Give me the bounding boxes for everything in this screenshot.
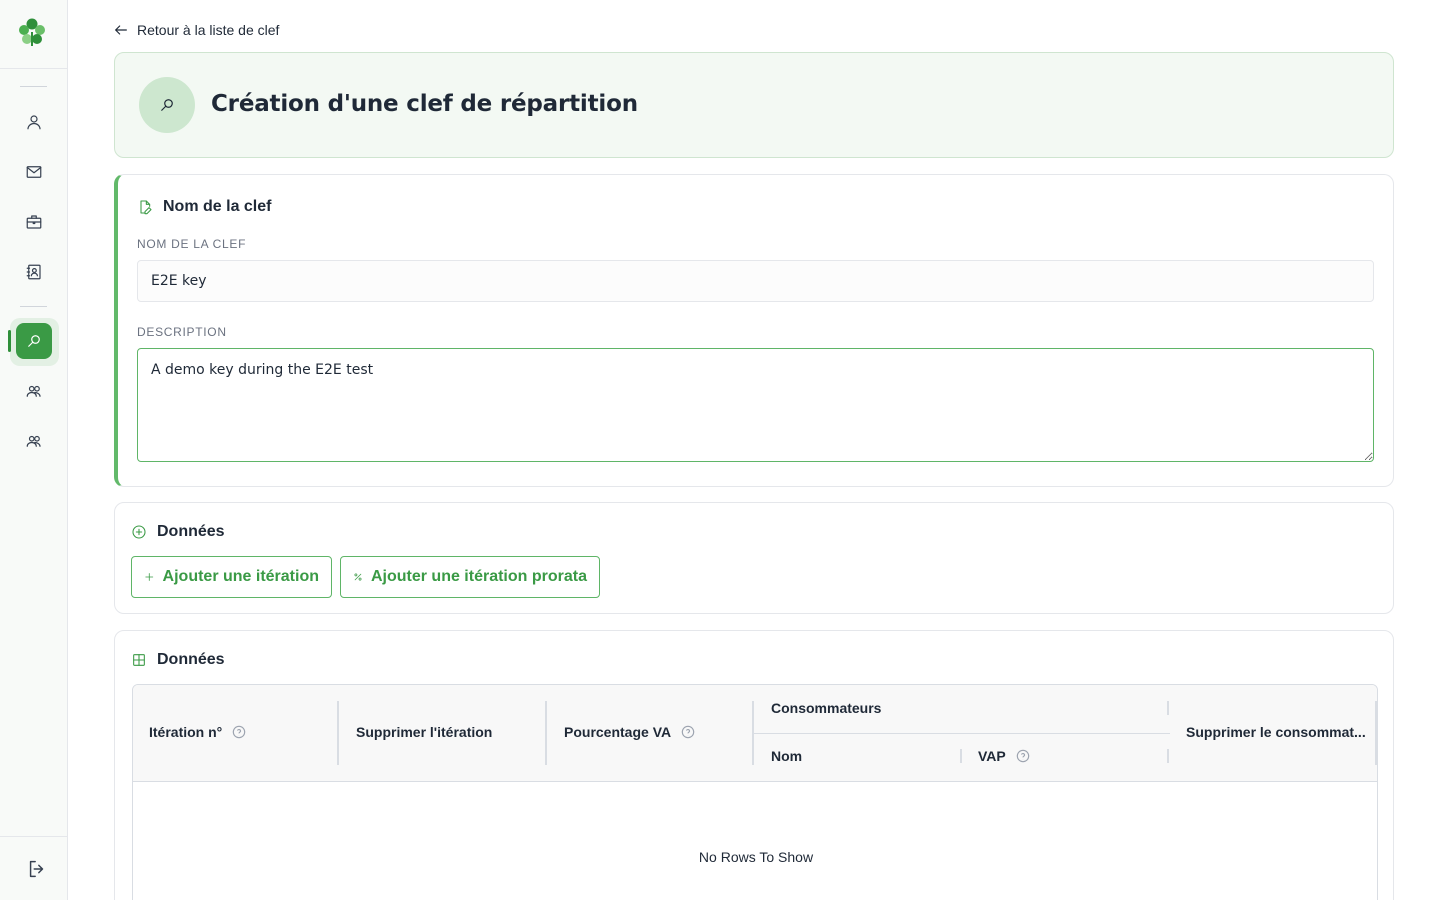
column-header-label: Supprimer l'itération bbox=[356, 724, 493, 740]
page-header: Création d'une clef de répartition bbox=[114, 52, 1394, 158]
active-item-indicator bbox=[8, 330, 11, 352]
column-header-label: Supprimer le consommat... bbox=[1186, 724, 1366, 740]
key-name-section: Nom de la clef NOM DE LA CLEF DESCRIPTIO… bbox=[114, 174, 1394, 487]
logout-button[interactable] bbox=[24, 856, 50, 882]
data-table-section-title: Données bbox=[131, 651, 225, 669]
column-separator[interactable] bbox=[337, 701, 339, 765]
grid-header: Itération n° Supprimer l'itération Pourc… bbox=[133, 685, 1377, 782]
page-title: Création d'une clef de répartition bbox=[211, 91, 638, 117]
key-name-input[interactable] bbox=[137, 260, 1374, 302]
empty-grid-message: No Rows To Show bbox=[698, 849, 814, 865]
column-header-label: VAP bbox=[978, 748, 1006, 764]
sidebar bbox=[0, 0, 68, 900]
nav-divider bbox=[20, 306, 47, 307]
edit-file-icon bbox=[140, 200, 152, 215]
nav-divider bbox=[20, 86, 47, 87]
help-circle-icon[interactable] bbox=[1016, 749, 1030, 763]
column-header-consumer-name[interactable]: Nom bbox=[771, 748, 802, 764]
column-group-header-consumers[interactable]: Consommateurs bbox=[771, 700, 881, 716]
data-actions-section-title: Données bbox=[131, 523, 225, 541]
column-header-label: Pourcentage VA bbox=[564, 724, 672, 740]
sidebar-item-keys[interactable] bbox=[16, 323, 52, 359]
sidebar-divider bbox=[0, 836, 67, 837]
help-circle-icon[interactable] bbox=[681, 725, 695, 739]
group-header-divider bbox=[754, 733, 1170, 734]
column-header-iteration[interactable]: Itération n° bbox=[149, 724, 246, 740]
sidebar-item-contacts[interactable] bbox=[16, 254, 52, 290]
briefcase-icon bbox=[26, 215, 42, 229]
key-name-label: NOM DE LA CLEF bbox=[137, 237, 247, 251]
plus-circle-icon bbox=[132, 525, 146, 539]
add-iteration-button[interactable]: Ajouter une itération bbox=[131, 556, 332, 598]
sidebar-item-mail[interactable] bbox=[16, 154, 52, 190]
sidebar-item-group-2[interactable] bbox=[16, 423, 52, 459]
column-separator[interactable] bbox=[545, 701, 547, 765]
back-link-label: Retour à la liste de clef bbox=[137, 22, 280, 38]
iterations-grid: Itération n° Supprimer l'itération Pourc… bbox=[132, 684, 1378, 900]
data-actions-section: Données Ajouter une itération Ajouter un… bbox=[114, 502, 1394, 614]
add-prorata-iteration-button[interactable]: Ajouter une itération prorata bbox=[340, 556, 600, 598]
sidebar-divider bbox=[0, 68, 67, 69]
column-group-label: Consommateurs bbox=[771, 700, 882, 716]
add-iteration-label: Ajouter une itération bbox=[162, 568, 319, 585]
arrow-left-icon bbox=[115, 25, 127, 35]
column-separator[interactable] bbox=[1375, 701, 1377, 765]
column-header-va-percentage[interactable]: Pourcentage VA bbox=[564, 724, 695, 740]
column-header-delete-iteration[interactable]: Supprimer l'itération bbox=[356, 724, 492, 740]
description-textarea[interactable]: A demo key during the E2E test bbox=[137, 348, 1374, 462]
users-group-icon bbox=[26, 385, 41, 397]
section-title-text: Nom de la clef bbox=[163, 198, 272, 215]
key-search-icon bbox=[161, 99, 173, 111]
sidebar-item-briefcase[interactable] bbox=[16, 204, 52, 240]
plus-icon bbox=[145, 573, 154, 581]
description-label: DESCRIPTION bbox=[137, 325, 227, 339]
key-name-section-title: Nom de la clef bbox=[137, 198, 271, 216]
user-icon bbox=[27, 115, 41, 130]
section-title-text: Données bbox=[157, 523, 225, 540]
logout-icon bbox=[29, 860, 44, 878]
data-table-section: Données Itération n° Supprimer l'itérati… bbox=[114, 630, 1394, 900]
sidebar-item-group-1[interactable] bbox=[16, 373, 52, 409]
users-group-icon bbox=[26, 435, 41, 447]
column-separator[interactable] bbox=[1167, 749, 1169, 763]
sidebar-item-users[interactable] bbox=[16, 104, 52, 140]
column-separator[interactable] bbox=[1167, 701, 1169, 715]
column-header-delete-consumer[interactable]: Supprimer le consommat... bbox=[1186, 724, 1366, 740]
back-to-key-list-link[interactable]: Retour à la liste de clef bbox=[113, 20, 279, 40]
contact-book-icon bbox=[26, 264, 41, 280]
table-icon bbox=[133, 654, 145, 666]
column-separator[interactable] bbox=[960, 749, 962, 763]
section-title-text: Données bbox=[157, 651, 225, 668]
percent-icon bbox=[354, 573, 362, 581]
clover-logo-icon[interactable] bbox=[16, 16, 48, 48]
column-header-label: Nom bbox=[771, 748, 803, 764]
add-prorata-iteration-label: Ajouter une itération prorata bbox=[370, 568, 587, 585]
column-header-consumer-vap[interactable]: VAP bbox=[978, 748, 1030, 764]
mail-icon bbox=[26, 166, 42, 178]
header-key-icon-badge bbox=[139, 77, 195, 133]
help-circle-icon[interactable] bbox=[232, 725, 246, 739]
column-header-label: Itération n° bbox=[149, 724, 223, 740]
key-search-icon bbox=[28, 335, 40, 347]
